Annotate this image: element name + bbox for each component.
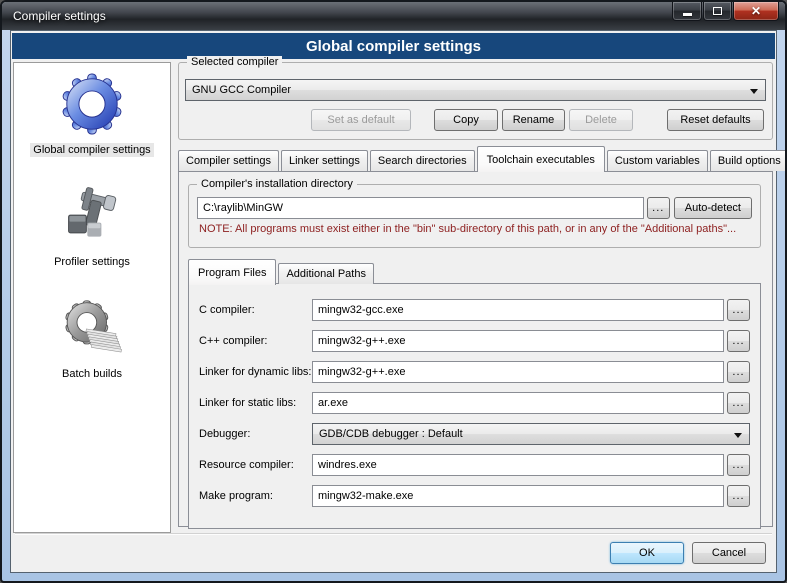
make-program-browse-button[interactable]: ... xyxy=(727,485,750,507)
program-files-panel: C compiler: ... C++ compiler: ... Linker… xyxy=(188,283,761,529)
debugger-select[interactable]: GDB/CDB debugger : Default xyxy=(312,423,750,445)
tab-toolchain-executables[interactable]: Toolchain executables xyxy=(477,146,605,172)
blue-gear-icon xyxy=(60,71,124,137)
sidebar-item-label: Profiler settings xyxy=(51,255,133,269)
dialog-footer: OK Cancel xyxy=(610,542,766,564)
tab-build-options[interactable]: Build options xyxy=(710,150,787,171)
selected-compiler-group-label: Selected compiler xyxy=(187,56,282,68)
sidebar-item-batch-builds[interactable]: Batch builds xyxy=(59,295,125,381)
sidebar-item-label: Global compiler settings xyxy=(30,143,153,157)
sidebar-item-label: Batch builds xyxy=(59,367,125,381)
caliper-icon xyxy=(60,183,124,249)
form-row-c-compiler: C compiler: ... xyxy=(199,299,750,321)
footer-separator xyxy=(15,533,772,535)
toolchain-executables-page: Compiler's installation directory ... Au… xyxy=(178,171,773,527)
minimize-button[interactable] xyxy=(672,2,702,21)
set-as-default-button[interactable]: Set as default xyxy=(311,109,411,131)
installation-note: NOTE: All programs must exist either in … xyxy=(199,223,750,235)
chevron-down-icon xyxy=(750,89,758,94)
main-panel: Selected compiler GNU GCC Compiler Set a… xyxy=(178,62,773,527)
tab-linker-settings[interactable]: Linker settings xyxy=(281,150,368,171)
restore-icon xyxy=(713,7,722,15)
installation-directory-input[interactable] xyxy=(197,197,644,219)
dynamic-linker-input[interactable] xyxy=(312,361,724,383)
close-icon: ✕ xyxy=(751,5,761,17)
compiler-select-value: GNU GCC Compiler xyxy=(192,84,291,96)
resource-compiler-input[interactable] xyxy=(312,454,724,476)
subtab-additional-paths[interactable]: Additional Paths xyxy=(278,263,374,284)
form-row-debugger: Debugger: GDB/CDB debugger : Default xyxy=(199,423,750,445)
field-label: Linker for static libs: xyxy=(199,397,312,409)
installation-directory-group-label: Compiler's installation directory xyxy=(197,178,357,190)
cpp-compiler-browse-button[interactable]: ... xyxy=(727,330,750,352)
tab-search-directories[interactable]: Search directories xyxy=(370,150,475,171)
reset-defaults-button[interactable]: Reset defaults xyxy=(667,109,764,131)
cpp-compiler-input[interactable] xyxy=(312,330,724,352)
page-header: Global compiler settings xyxy=(12,33,775,59)
form-row-dynamic-linker: Linker for dynamic libs: ... xyxy=(199,361,750,383)
settings-tabbar: Compiler settings Linker settings Search… xyxy=(178,145,773,171)
compiler-select[interactable]: GNU GCC Compiler xyxy=(185,79,766,101)
tab-compiler-settings[interactable]: Compiler settings xyxy=(178,150,279,171)
delete-button[interactable]: Delete xyxy=(569,109,633,131)
field-label: Debugger: xyxy=(199,428,312,440)
program-files-tabbar: Program Files Additional Paths xyxy=(188,260,761,284)
dynamic-linker-browse-button[interactable]: ... xyxy=(727,361,750,383)
field-label: C++ compiler: xyxy=(199,335,312,347)
installation-directory-browse-button[interactable]: ... xyxy=(647,197,670,219)
c-compiler-input[interactable] xyxy=(312,299,724,321)
settings-sidebar: Global compiler settings xyxy=(13,62,171,533)
make-program-input[interactable] xyxy=(312,485,724,507)
field-label: Linker for dynamic libs: xyxy=(199,366,312,378)
gray-gear-stack-icon xyxy=(60,295,124,361)
field-label: C compiler: xyxy=(199,304,312,316)
minimize-icon xyxy=(683,13,692,16)
sidebar-item-profiler-settings[interactable]: Profiler settings xyxy=(51,183,133,269)
form-row-cpp-compiler: C++ compiler: ... xyxy=(199,330,750,352)
chevron-down-icon xyxy=(734,433,742,438)
c-compiler-browse-button[interactable]: ... xyxy=(727,299,750,321)
static-linker-input[interactable] xyxy=(312,392,724,414)
titlebar[interactable]: Compiler settings ✕ xyxy=(2,2,785,30)
restore-button[interactable] xyxy=(703,2,732,21)
tab-custom-variables[interactable]: Custom variables xyxy=(607,150,708,171)
subtab-program-files[interactable]: Program Files xyxy=(188,259,276,285)
compiler-settings-window: Compiler settings ✕ Global compiler sett… xyxy=(0,0,787,583)
ok-button[interactable]: OK xyxy=(610,542,684,564)
field-label: Resource compiler: xyxy=(199,459,312,471)
compiler-actions: Set as default Copy Rename Delete Reset … xyxy=(185,109,766,131)
copy-button[interactable]: Copy xyxy=(434,109,498,131)
installation-directory-group: Compiler's installation directory ... Au… xyxy=(188,184,761,248)
field-label: Make program: xyxy=(199,490,312,502)
static-linker-browse-button[interactable]: ... xyxy=(727,392,750,414)
close-button[interactable]: ✕ xyxy=(733,2,779,21)
dialog-client-area: Global compiler settings xyxy=(10,30,777,573)
window-controls: ✕ xyxy=(671,2,779,21)
auto-detect-button[interactable]: Auto-detect xyxy=(674,197,752,219)
form-row-make-program: Make program: ... xyxy=(199,485,750,507)
resource-compiler-browse-button[interactable]: ... xyxy=(727,454,750,476)
cancel-button[interactable]: Cancel xyxy=(692,542,766,564)
selected-compiler-group: Selected compiler GNU GCC Compiler Set a… xyxy=(178,62,773,140)
window-title: Compiler settings xyxy=(13,9,106,23)
page-title: Global compiler settings xyxy=(306,38,481,55)
form-row-static-linker: Linker for static libs: ... xyxy=(199,392,750,414)
sidebar-item-global-compiler-settings[interactable]: Global compiler settings xyxy=(30,71,153,157)
debugger-select-value: GDB/CDB debugger : Default xyxy=(319,428,463,440)
rename-button[interactable]: Rename xyxy=(502,109,565,131)
form-row-resource-compiler: Resource compiler: ... xyxy=(199,454,750,476)
